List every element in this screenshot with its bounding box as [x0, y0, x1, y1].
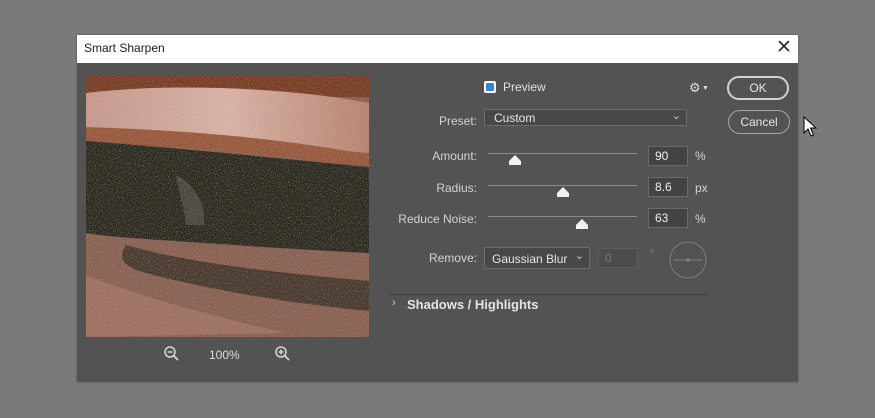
chevron-down-icon: ⌄ [574, 250, 584, 262]
amount-slider-thumb[interactable] [508, 155, 521, 165]
chevron-right-icon: › [392, 297, 396, 309]
preview-image[interactable] [86, 75, 369, 337]
preset-label: Preset: [438, 114, 477, 128]
angle-dial-icon[interactable] [668, 240, 708, 280]
shadows-highlights-toggle[interactable]: › Shadows / Highlights [389, 296, 589, 316]
preset-value: Custom [494, 111, 536, 125]
angle-input[interactable]: 0 [598, 248, 638, 268]
remove-dropdown[interactable]: Gaussian Blur ⌄ [484, 247, 590, 269]
preset-dropdown[interactable]: Custom ⌄ [484, 109, 687, 126]
smart-sharpen-dialog: Smart Sharpen ✕ 100% Preview ⚙ ▼ Preset:… [77, 35, 817, 382]
dialog-title: Smart Sharpen [84, 41, 165, 55]
gear-menu-caret-icon: ▼ [702, 85, 709, 92]
amount-input[interactable]: 90 [648, 146, 688, 166]
section-divider [389, 294, 709, 295]
angle-degree-symbol: ° [650, 249, 654, 260]
reduce-noise-unit: % [695, 212, 706, 226]
radius-label: Radius: [436, 181, 477, 195]
reduce-noise-label: Reduce Noise: [398, 212, 477, 226]
radius-input[interactable]: 8.6 [648, 177, 688, 197]
zoom-out-icon[interactable] [163, 345, 181, 363]
shadows-highlights-label: Shadows / Highlights [407, 297, 539, 312]
amount-unit: % [695, 149, 706, 163]
radius-slider-track[interactable] [488, 185, 637, 186]
preview-label: Preview [503, 80, 546, 94]
preview-checkbox[interactable] [484, 81, 496, 93]
mouse-pointer-icon [803, 116, 817, 137]
remove-value: Gaussian Blur [492, 252, 568, 266]
close-button[interactable]: ✕ [770, 35, 798, 63]
chevron-down-icon: ⌄ [671, 110, 681, 122]
zoom-in-icon[interactable] [274, 345, 292, 363]
remove-label: Remove: [428, 251, 477, 265]
gear-icon[interactable]: ⚙ [689, 80, 701, 96]
zoom-level: 100% [209, 348, 240, 362]
reduce-noise-input[interactable]: 63 [648, 208, 688, 228]
amount-slider-track[interactable] [488, 153, 637, 154]
zoom-controls: 100% [157, 343, 297, 365]
title-bar: Smart Sharpen ✕ [77, 35, 798, 63]
reduce-noise-slider-thumb[interactable] [575, 219, 588, 229]
ok-button[interactable]: OK [727, 76, 789, 100]
cancel-button[interactable]: Cancel [728, 110, 790, 134]
radius-unit: px [695, 181, 708, 195]
preview-image-render [86, 75, 369, 337]
amount-label: Amount: [432, 149, 477, 163]
reduce-noise-slider-track[interactable] [488, 216, 637, 217]
radius-slider-thumb[interactable] [556, 187, 569, 197]
